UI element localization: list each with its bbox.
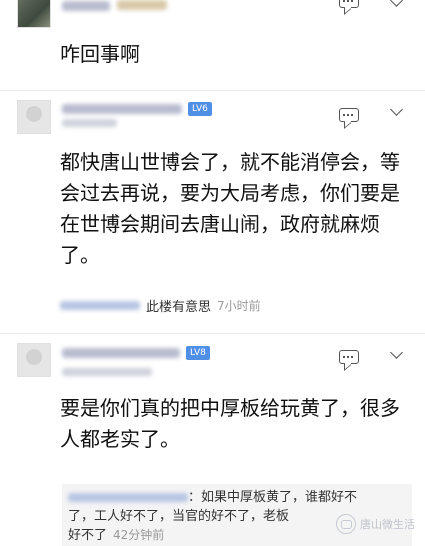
watermark: 唐山微生活: [336, 514, 415, 534]
comment-text: 都快唐山世博会了，就不能消停会，等 会过去再说，要为大局考虑，你们要是 在世博会…: [60, 150, 400, 267]
comment-text: 咋回事啊: [60, 42, 140, 66]
username-blurred[interactable]: [62, 104, 182, 114]
username-blurred[interactable]: [62, 348, 180, 358]
reply-time: 7小时前: [217, 299, 261, 313]
reply-comment-icon[interactable]: [339, 350, 359, 364]
level-badge: LV6: [188, 102, 212, 116]
user-meta-blurred: [62, 368, 152, 376]
reply-comment-icon[interactable]: [339, 0, 359, 8]
divider: [0, 90, 425, 91]
username-blurred[interactable]: [62, 1, 110, 11]
reply-comment-icon[interactable]: [339, 108, 359, 122]
wechat-logo-icon: [336, 514, 356, 534]
user-badges-blurred: [117, 0, 167, 10]
more-options-icon[interactable]: [390, 346, 403, 359]
level-badge: LV8: [186, 346, 210, 360]
reply-preview[interactable]: 此楼有意思 7小时前: [60, 296, 261, 315]
avatar[interactable]: [17, 343, 51, 377]
avatar[interactable]: [17, 100, 51, 134]
user-meta-blurred: [62, 119, 117, 127]
more-options-icon[interactable]: [390, 0, 403, 7]
quote-line-3: 好不了: [68, 528, 108, 543]
more-options-icon[interactable]: [390, 103, 403, 116]
comment-text: 要是你们真的把中厚板给玩黄了，很多 人都老实了。: [60, 396, 400, 451]
avatar[interactable]: [17, 0, 51, 28]
quote-username-blurred: [68, 493, 188, 502]
quote-line-1: 如果中厚板黄了，谁都好不: [201, 490, 358, 505]
quote-time: 42分钟前: [113, 528, 165, 542]
divider: [0, 333, 425, 334]
reply-text: 此楼有意思: [146, 300, 212, 315]
reply-username-blurred: [60, 301, 140, 310]
